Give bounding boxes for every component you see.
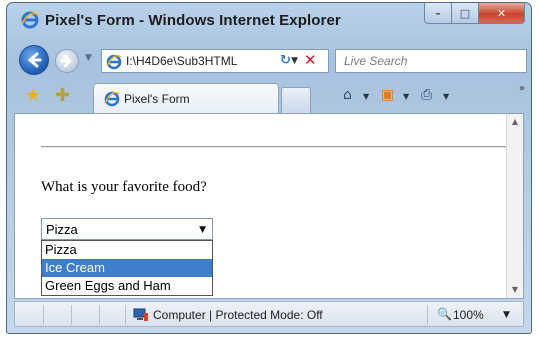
home-chevron-down-icon[interactable]: ▼	[363, 92, 369, 101]
window-title: Pixel's Form - Windows Internet Explorer	[45, 12, 341, 29]
question-text: What is your favorite food?	[41, 179, 207, 195]
zoom-icon[interactable]: 🔍	[437, 307, 452, 321]
forward-button[interactable]	[55, 49, 79, 73]
select-chevron-down-icon[interactable]: ▼	[199, 225, 206, 235]
back-arrow-icon	[27, 52, 42, 68]
print-chevron-down-icon[interactable]: ▼	[443, 92, 449, 101]
computer-zone-icon	[133, 308, 148, 321]
command-bar: ★ ✚ Pixel's Form ⌂ ▼ ▣ ▼ ⎙ ▼ »	[7, 79, 531, 113]
status-divider	[43, 305, 44, 325]
toolbar-overflow-chevron-icon[interactable]: »	[519, 83, 525, 94]
address-bar: ▼ I:\H4D6e\Sub3HTML ▼ ↻ ✕ Live Search	[7, 41, 531, 77]
scroll-down-arrow-icon[interactable]: ▼	[507, 282, 523, 298]
close-button[interactable]: ✕	[479, 3, 525, 24]
select-current-value: Pizza	[46, 222, 78, 237]
recent-pages-chevron-down-icon[interactable]: ▼	[85, 53, 92, 63]
forward-arrow-icon	[60, 54, 72, 68]
security-zone-text[interactable]: Computer | Protected Mode: Off	[153, 308, 323, 322]
option-green-eggs-and-ham[interactable]: Green Eggs and Ham	[42, 277, 212, 295]
ie-logo-icon	[21, 11, 39, 29]
stop-icon[interactable]: ✕	[304, 51, 317, 69]
title-bar[interactable]: Pixel's Form - Windows Internet Explorer…	[7, 3, 531, 37]
address-url: I:\H4D6e\Sub3HTML	[126, 54, 238, 68]
back-button[interactable]	[19, 45, 49, 75]
horizontal-rule	[41, 146, 509, 148]
new-tab-button[interactable]	[281, 87, 311, 113]
status-divider	[427, 305, 428, 325]
browser-window: Pixel's Form - Windows Internet Explorer…	[6, 2, 532, 334]
minimize-button[interactable]: –	[424, 3, 452, 24]
feeds-chevron-down-icon[interactable]: ▼	[403, 92, 409, 101]
vertical-scrollbar[interactable]: ▲ ▼	[506, 114, 523, 298]
address-chevron-down-icon[interactable]: ▼	[291, 56, 298, 66]
status-divider	[71, 305, 72, 325]
tab-pixels-form[interactable]: Pixel's Form	[93, 83, 279, 113]
status-divider	[99, 305, 100, 325]
food-options-list: Pizza Ice Cream Green Eggs and Ham	[41, 240, 213, 296]
tab-ie-icon	[104, 91, 120, 107]
search-input[interactable]: Live Search	[335, 49, 527, 73]
page-ie-icon	[106, 54, 122, 70]
search-placeholder: Live Search	[344, 54, 408, 68]
favorites-star-icon[interactable]: ★	[25, 85, 41, 106]
caption-buttons: – □ ✕	[424, 3, 525, 25]
add-favorites-icon[interactable]: ✚	[55, 85, 70, 106]
refresh-icon[interactable]: ↻	[280, 53, 291, 68]
maximize-button[interactable]: □	[452, 3, 479, 24]
home-icon[interactable]: ⌂	[343, 87, 352, 103]
page-viewport: What is your favorite food? Pizza ▼ Pizz…	[14, 113, 524, 299]
option-pizza[interactable]: Pizza	[42, 241, 212, 259]
feeds-icon[interactable]: ▣	[381, 87, 394, 103]
tab-label: Pixel's Form	[124, 92, 190, 106]
scroll-up-arrow-icon[interactable]: ▲	[507, 114, 523, 130]
food-select[interactable]: Pizza ▼	[41, 218, 213, 240]
address-field[interactable]: I:\H4D6e\Sub3HTML ▼	[101, 49, 329, 73]
print-icon[interactable]: ⎙	[421, 87, 432, 103]
zoom-chevron-down-icon[interactable]: ▼	[503, 310, 510, 320]
status-divider	[125, 305, 126, 325]
option-ice-cream[interactable]: Ice Cream	[42, 259, 212, 277]
zoom-level[interactable]: 100%	[453, 308, 484, 322]
status-bar: Computer | Protected Mode: Off 🔍 100% ▼	[14, 301, 524, 327]
